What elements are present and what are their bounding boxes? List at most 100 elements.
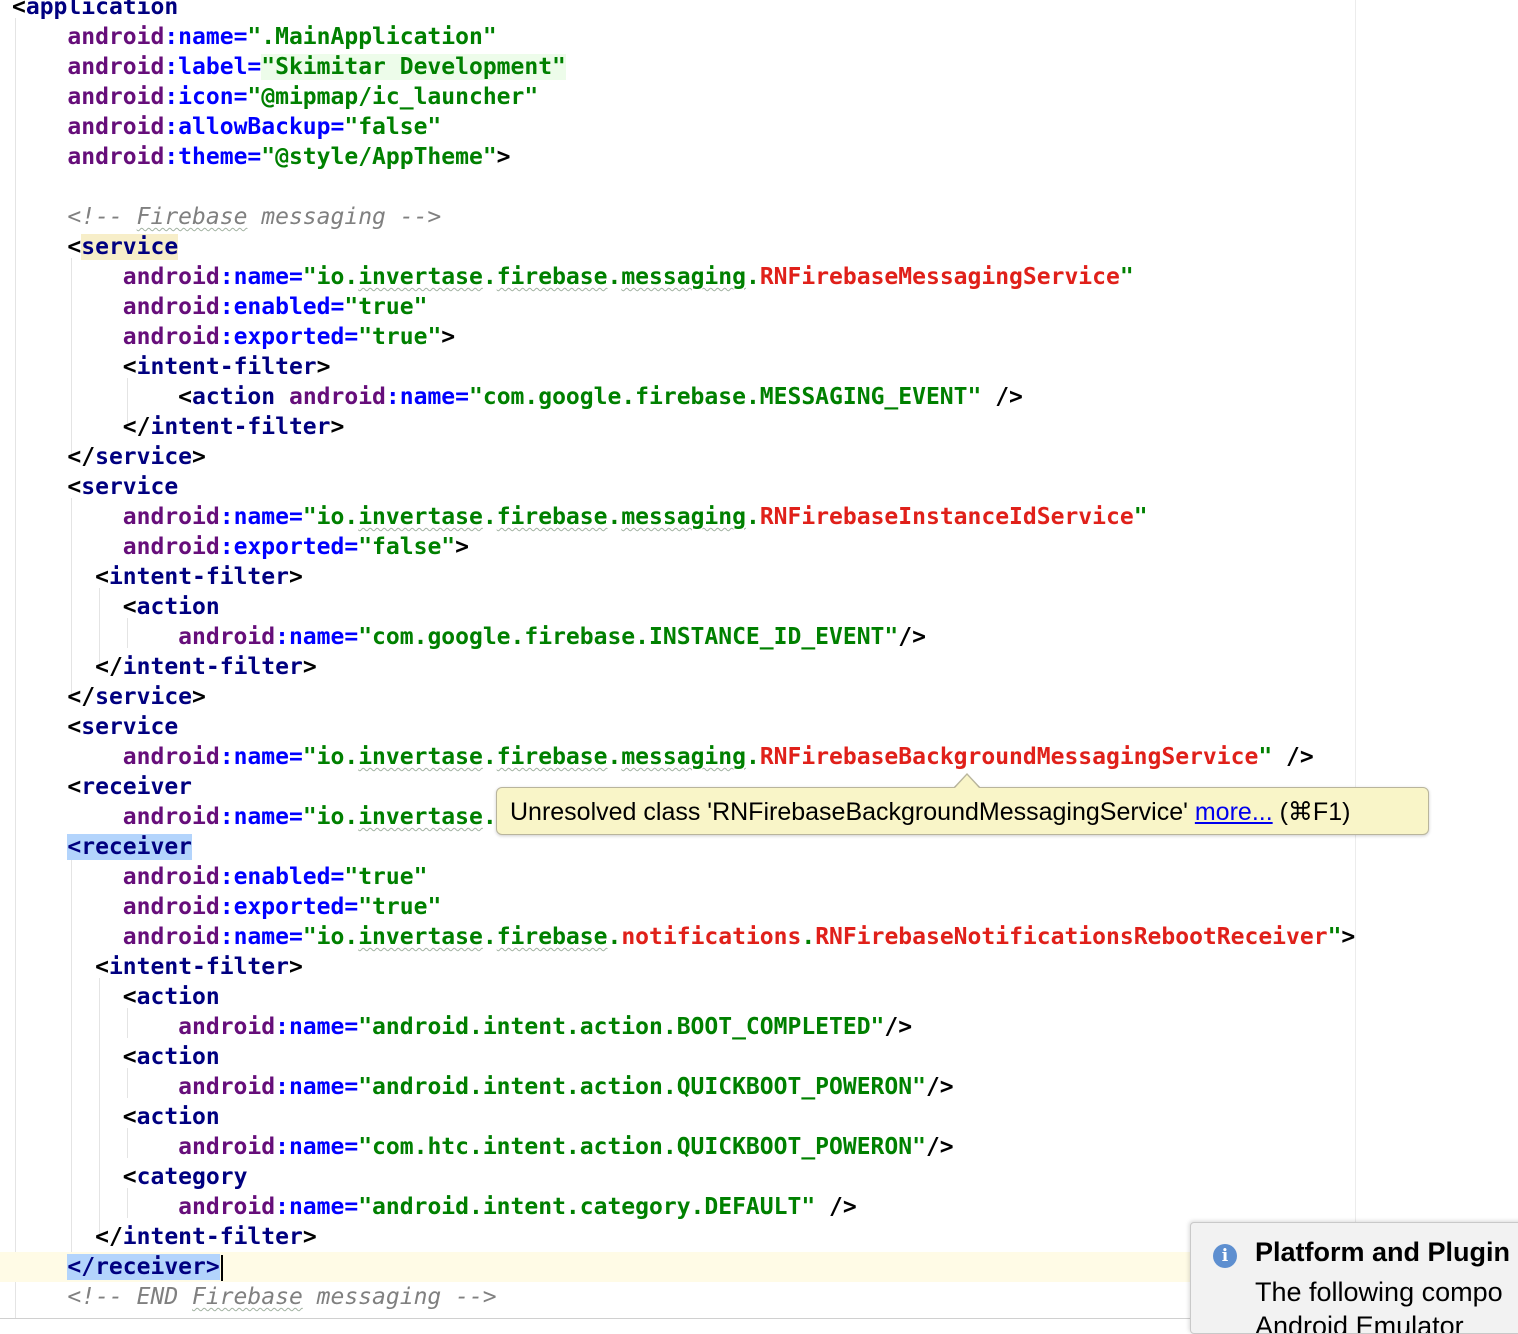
code-token: "@style/AppTheme"	[261, 144, 497, 170]
code-token: </	[67, 444, 96, 470]
code-token: >	[288, 564, 303, 590]
code-line[interactable]: </intent-filter>	[0, 412, 1518, 442]
code-token: .	[482, 264, 497, 290]
code-token: "android.intent.action.QUICKBOOT_POWERON…	[358, 1074, 926, 1100]
code-line[interactable]: android:enabled="true"	[0, 862, 1518, 892]
code-token: Firebase	[192, 1284, 303, 1310]
code-line[interactable]: android:enabled="true"	[0, 292, 1518, 322]
code-token: <	[12, 0, 26, 20]
code-token: >	[288, 954, 303, 980]
code-token: messaging -->	[302, 1284, 497, 1310]
code-line[interactable]: android:name="com.htc.intent.action.QUIC…	[0, 1132, 1518, 1162]
code-token: "true"	[358, 894, 442, 920]
code-token: <	[67, 474, 82, 500]
code-token: :name=	[275, 1194, 359, 1220]
code-token: "	[1258, 744, 1273, 770]
tooltip-shortcut: (⌘F1)	[1279, 798, 1351, 826]
code-line[interactable]: android:exported="true">	[0, 322, 1518, 352]
code-token: RNFirebaseMessagingService	[759, 264, 1120, 290]
code-line[interactable]: <action	[0, 592, 1518, 622]
code-line[interactable]: <category	[0, 1162, 1518, 1192]
code-line[interactable]: android:name="io.invertase.firebase.mess…	[0, 262, 1518, 292]
code-line[interactable]: android:name="android.intent.action.BOOT…	[0, 1012, 1518, 1042]
notification-balloon[interactable]: i Platform and Plugin The following comp…	[1190, 1222, 1518, 1334]
code-token: messaging	[621, 264, 746, 290]
code-token: :name=	[275, 624, 359, 650]
code-token: "	[1133, 504, 1148, 530]
code-line[interactable]: <intent-filter>	[0, 562, 1518, 592]
code-token: :name=	[219, 264, 303, 290]
code-line[interactable]: </intent-filter>	[0, 652, 1518, 682]
code-line[interactable]: <intent-filter>	[0, 352, 1518, 382]
code-line[interactable]: <service	[0, 232, 1518, 262]
notification-body: The following compo	[1255, 1277, 1503, 1307]
code-token: />	[884, 1014, 913, 1040]
code-line[interactable]: <action	[0, 1102, 1518, 1132]
code-line[interactable]: </service>	[0, 442, 1518, 472]
code-token: messaging	[621, 744, 746, 770]
text-caret	[220, 1254, 223, 1281]
code-line[interactable]: android:name="android.intent.category.DE…	[0, 1192, 1518, 1222]
code-line[interactable]: android:name="io.invertase.firebase.mess…	[0, 742, 1518, 772]
tooltip-more-link[interactable]: more...	[1195, 798, 1273, 826]
code-line[interactable]: android:name=".MainApplication"	[0, 22, 1518, 52]
code-token: />	[925, 1134, 954, 1160]
code-line[interactable]: android:name="android.intent.action.QUIC…	[0, 1072, 1518, 1102]
code-line[interactable]: android:label="Skimitar Development"	[0, 52, 1518, 82]
code-token: firebase	[496, 744, 608, 770]
code-line[interactable]: <action	[0, 982, 1518, 1012]
code-token: />	[815, 1194, 857, 1220]
code-token: :name=	[219, 924, 303, 950]
code-line[interactable]: <application	[0, 0, 1518, 22]
code-token: service	[81, 474, 179, 500]
code-token: .	[482, 744, 497, 770]
code-line[interactable]: <action android:name="com.google.firebas…	[0, 382, 1518, 412]
code-token: RNFirebaseNotificationsRebootReceiver	[815, 924, 1328, 950]
code-line[interactable]: <!-- Firebase messaging -->	[0, 202, 1518, 232]
code-line[interactable]: android:name="io.invertase.firebase.noti…	[0, 922, 1518, 952]
code-line[interactable]: android:name="com.google.firebase.INSTAN…	[0, 622, 1518, 652]
code-line[interactable]: android:allowBackup="false"	[0, 112, 1518, 142]
code-token: service	[81, 714, 179, 740]
code-line[interactable]: android:exported="false">	[0, 532, 1518, 562]
code-line[interactable]: <service	[0, 712, 1518, 742]
code-token: invertase	[358, 264, 483, 290]
code-token: <	[67, 234, 82, 260]
code-token: />	[981, 384, 1023, 410]
code-token: .	[745, 744, 760, 770]
code-line[interactable]: android:theme="@style/AppTheme">	[0, 142, 1518, 172]
code-token: :name=	[219, 504, 303, 530]
code-editor[interactable]: <application android:name=".MainApplicat…	[0, 0, 1518, 1324]
code-token: invertase	[358, 504, 483, 530]
code-line[interactable]	[0, 172, 1518, 202]
code-line[interactable]: <service	[0, 472, 1518, 502]
code-line[interactable]: <action	[0, 1042, 1518, 1072]
code-token: service	[81, 234, 179, 260]
code-line[interactable]: <intent-filter>	[0, 952, 1518, 982]
code-token: <	[95, 564, 109, 590]
code-line[interactable]: <receiver	[0, 832, 1518, 862]
code-token: :label=	[164, 54, 262, 80]
code-token: android	[122, 504, 220, 530]
code-line[interactable]: android:icon="@mipmap/ic_launcher"	[0, 82, 1518, 112]
code-token: :enabled=	[219, 864, 345, 890]
code-line[interactable]: </service>	[0, 682, 1518, 712]
code-token: Firebase	[136, 204, 248, 230]
code-token: "android.intent.action.BOOT_COMPLETED"	[358, 1014, 885, 1040]
code-line[interactable]: android:exported="true"	[0, 892, 1518, 922]
code-token: .	[801, 924, 816, 950]
code-token: "io.	[302, 264, 359, 290]
code-line[interactable]: android:name="io.invertase.firebase.mess…	[0, 502, 1518, 532]
code-line[interactable]: </receiver>	[0, 1252, 1202, 1282]
code-token: "com.htc.intent.action.QUICKBOOT_POWERON…	[358, 1134, 926, 1160]
